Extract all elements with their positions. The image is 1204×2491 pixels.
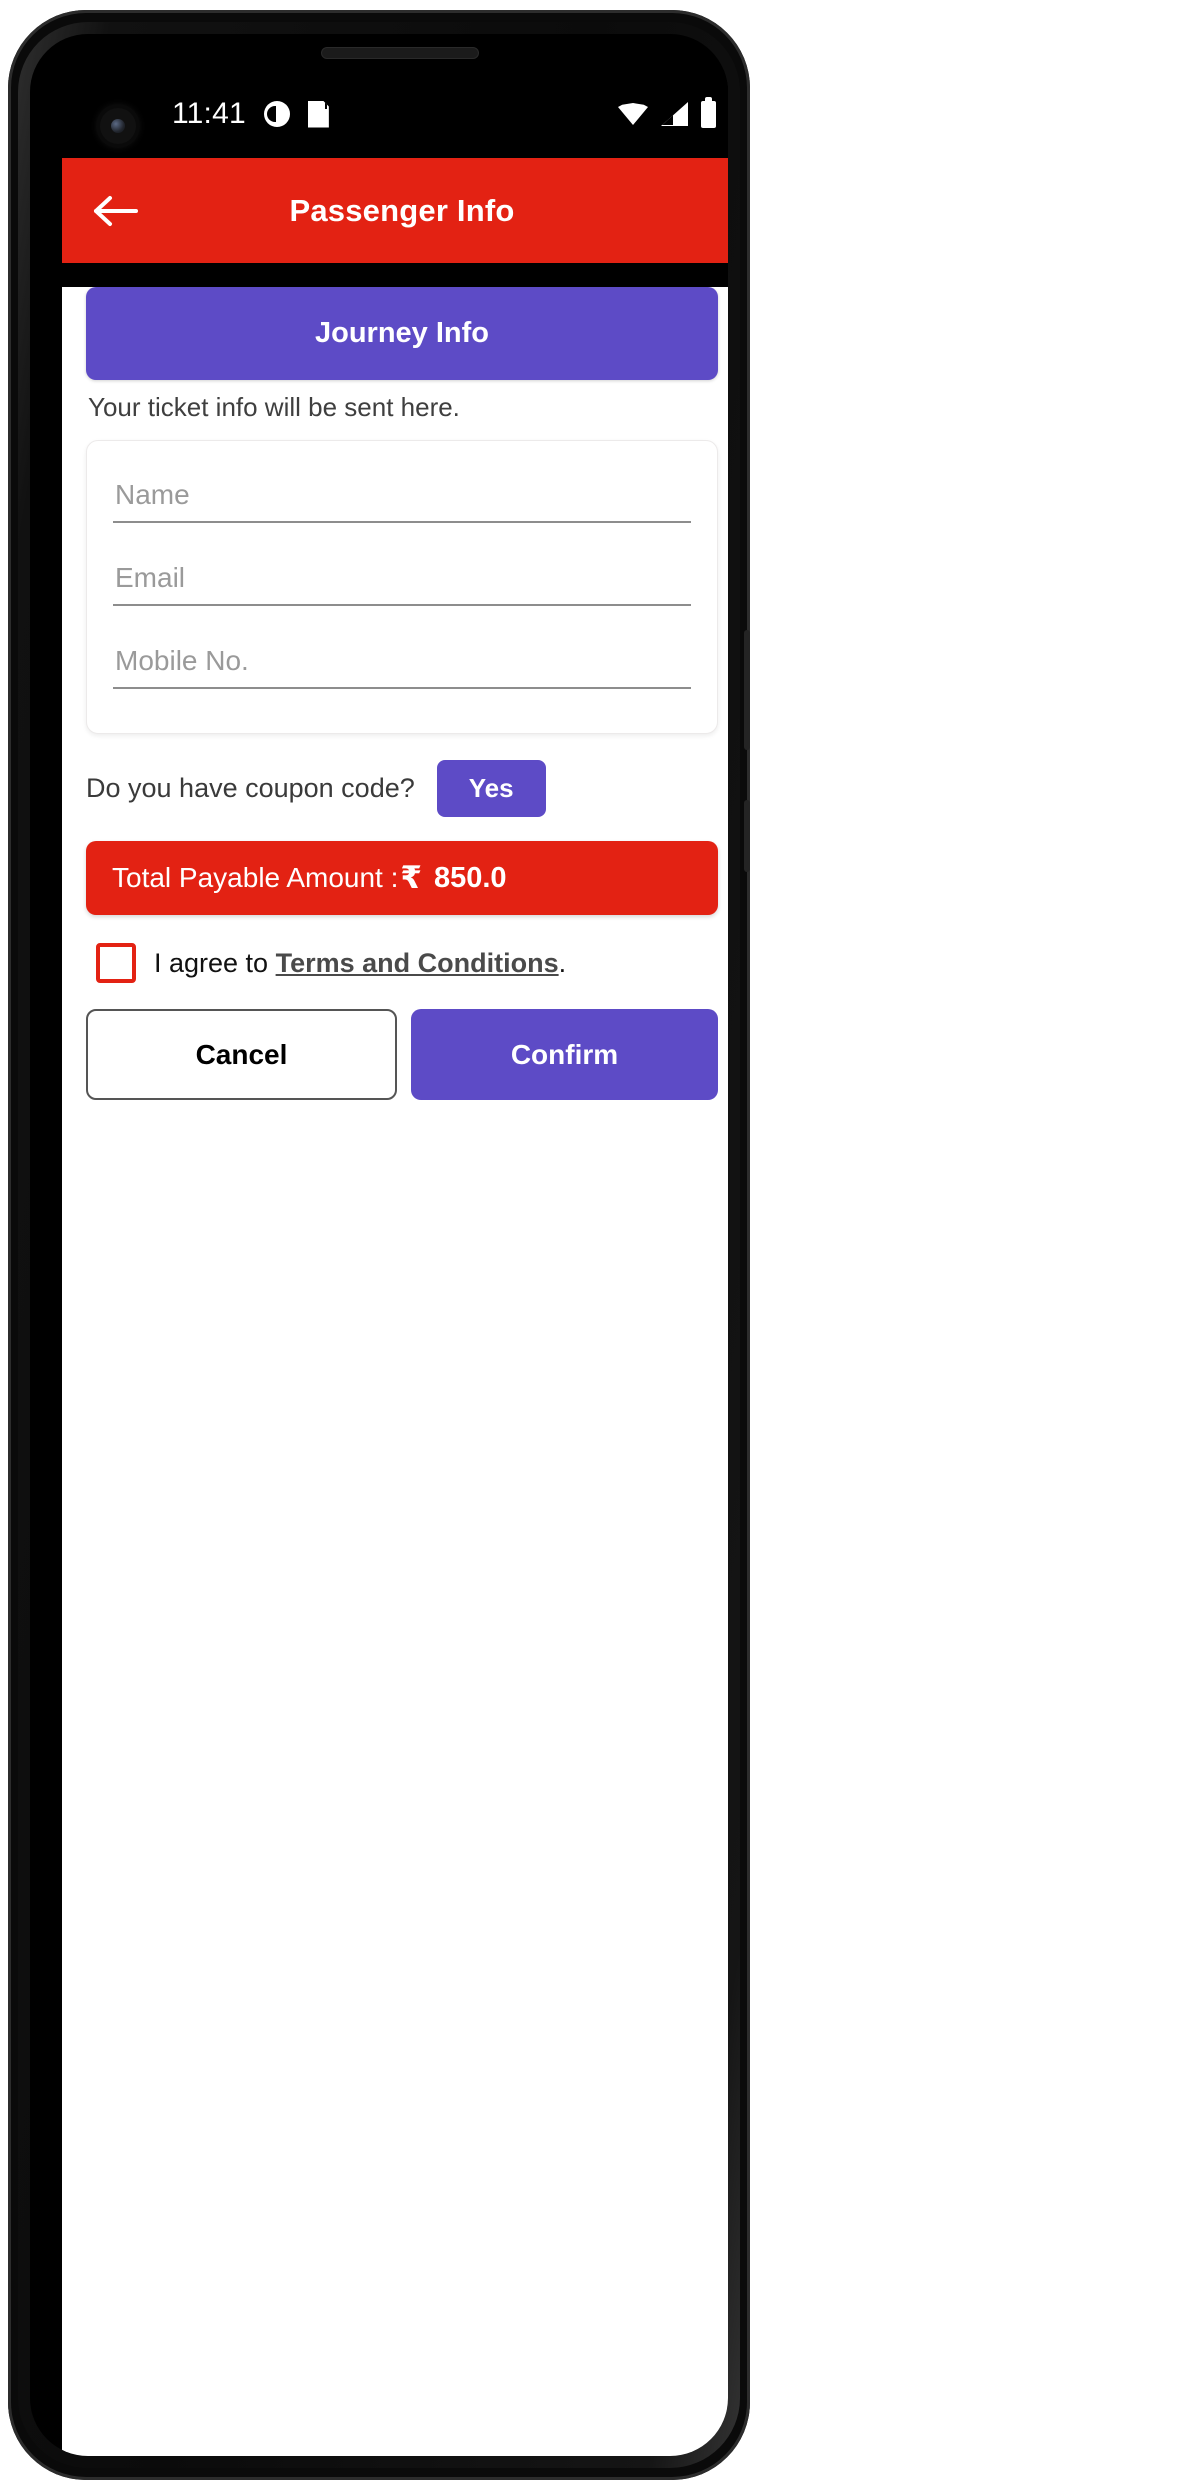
journey-info-button[interactable]: Journey Info bbox=[86, 287, 718, 380]
screenshot-stage: 11:41 Passenger Info Journey Info Your t… bbox=[0, 0, 1204, 2491]
action-row: Cancel Confirm bbox=[86, 1009, 718, 1100]
status-bar-right bbox=[618, 70, 716, 158]
terms-and-conditions-link[interactable]: Terms and Conditions bbox=[276, 948, 559, 978]
coupon-question: Do you have coupon code? bbox=[86, 773, 415, 803]
email-field-wrapper bbox=[113, 562, 691, 606]
name-field-wrapper bbox=[113, 479, 691, 523]
dnd-circle-icon bbox=[263, 101, 290, 127]
terms-prefix: I agree to bbox=[154, 947, 276, 978]
name-input[interactable] bbox=[113, 479, 691, 523]
cancel-button[interactable]: Cancel bbox=[86, 1009, 397, 1100]
page-title: Passenger Info bbox=[289, 192, 515, 228]
wifi-icon bbox=[618, 103, 648, 125]
total-payable-banner: Total Payable Amount : ₹ 850.0 bbox=[86, 841, 718, 915]
coupon-row: Do you have coupon code? Yes bbox=[86, 760, 718, 817]
status-clock: 11:41 bbox=[172, 97, 246, 130]
earpiece-speaker bbox=[322, 48, 478, 58]
phone-bezel: 11:41 Passenger Info Journey Info Your t… bbox=[30, 34, 728, 2456]
helper-text: Your ticket info will be sent here. bbox=[88, 392, 460, 422]
coupon-yes-button[interactable]: Yes bbox=[436, 760, 546, 817]
status-bar: 11:41 bbox=[62, 70, 728, 158]
page-content: Journey Info Your ticket info will be se… bbox=[62, 287, 728, 2456]
mobile-field-wrapper bbox=[113, 645, 691, 689]
front-camera-punchhole bbox=[100, 108, 136, 144]
sd-card-icon bbox=[307, 100, 329, 128]
mobile-input[interactable] bbox=[113, 645, 691, 689]
phone-frame: 11:41 Passenger Info Journey Info Your t… bbox=[8, 10, 750, 2480]
back-button[interactable] bbox=[84, 179, 148, 243]
terms-text: I agree to Terms and Conditions. bbox=[154, 948, 566, 979]
rupee-icon: ₹ bbox=[400, 860, 422, 896]
terms-checkbox[interactable] bbox=[96, 943, 136, 983]
power-button[interactable] bbox=[744, 800, 750, 872]
passenger-form-card bbox=[86, 440, 718, 734]
signal-icon bbox=[661, 102, 688, 126]
terms-suffix: . bbox=[558, 947, 567, 978]
confirm-button[interactable]: Confirm bbox=[411, 1009, 718, 1100]
arrow-left-icon bbox=[94, 195, 138, 226]
email-input[interactable] bbox=[113, 562, 691, 606]
app-bar: Passenger Info bbox=[62, 158, 728, 263]
phone-screen: 11:41 Passenger Info Journey Info Your t… bbox=[62, 70, 728, 2456]
total-payable-amount: 850.0 bbox=[433, 861, 507, 894]
volume-button[interactable] bbox=[744, 630, 750, 750]
status-bar-left: 11:41 bbox=[172, 70, 329, 158]
total-payable-label: Total Payable Amount : bbox=[112, 862, 399, 893]
terms-row[interactable]: I agree to Terms and Conditions. bbox=[86, 943, 718, 983]
battery-icon bbox=[701, 96, 716, 128]
